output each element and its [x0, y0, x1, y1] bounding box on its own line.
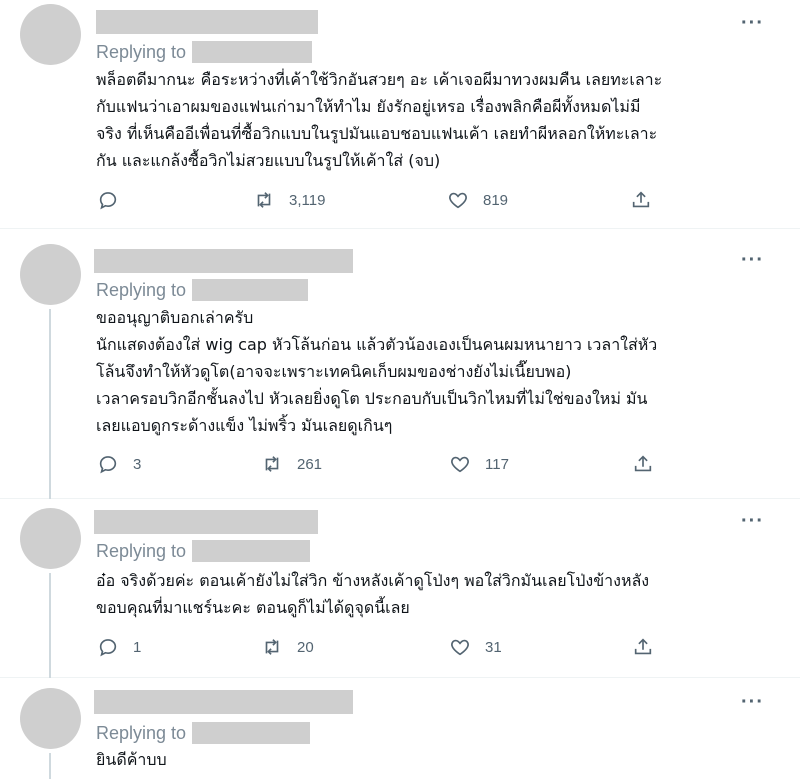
like-button[interactable]: 819 [447, 187, 508, 213]
thread-connector [49, 309, 51, 499]
reply-icon [99, 456, 117, 474]
share-button[interactable] [630, 187, 652, 213]
replying-to-label: Replying to [96, 279, 187, 300]
retweet-count: 3,119 [289, 191, 326, 209]
reply-button[interactable]: 1 [97, 634, 141, 660]
replying-to-label: Replying to [96, 41, 187, 62]
heart-icon [451, 639, 469, 656]
more-options-icon[interactable]: ··· [741, 13, 764, 33]
retweet-button[interactable]: 261 [261, 451, 322, 477]
tweet-actions: 1 20 31 [97, 634, 677, 660]
share-icon [632, 191, 650, 208]
redacted-handle[interactable] [192, 540, 311, 562]
share-icon [634, 638, 652, 655]
redacted-author-name [96, 10, 318, 34]
redacted-handle[interactable] [192, 279, 309, 301]
replying-to-label: Replying to [96, 722, 187, 743]
tweet-text: อ๋อ จริงด้วยค่ะ ตอนเค้ายังไม่ใส่วิก ข้าง… [96, 571, 650, 617]
replying-to: Replying to [96, 40, 313, 64]
more-options-icon[interactable]: ··· [741, 511, 764, 531]
retweet-button[interactable]: 3,119 [253, 187, 325, 213]
more-options-icon[interactable]: ··· [741, 692, 764, 712]
like-count: 819 [483, 191, 509, 209]
avatar[interactable] [20, 4, 81, 65]
redacted-author-name [94, 690, 353, 714]
thread-connector [49, 573, 51, 678]
redacted-author-name [94, 249, 353, 273]
reply-button[interactable] [97, 187, 133, 213]
retweet-button[interactable]: 20 [261, 634, 314, 660]
reply-count: 3 [133, 455, 142, 473]
retweet-icon [257, 192, 271, 208]
reply-icon [99, 639, 117, 657]
share-icon [634, 455, 652, 472]
tweet-text: พล็อตดีมากนะ คือระหว่างที่เค้าใช้วิกอันส… [96, 70, 663, 170]
tweet-text: ยินดีค้าบบ [96, 750, 167, 769]
retweet-count: 20 [297, 638, 314, 656]
replying-to-label: Replying to [96, 540, 187, 561]
thread-connector [49, 753, 51, 779]
retweet-count: 261 [297, 455, 323, 473]
redacted-author-name [94, 510, 318, 534]
replying-to: Replying to [96, 278, 309, 302]
tweet[interactable]: Replying to ··· อ๋อ จริงด้วยค่ะ ตอนเค้าย… [0, 499, 800, 678]
tweet-actions: 3 261 117 [97, 451, 677, 477]
reply-count: 1 [133, 638, 142, 656]
reply-button[interactable]: 3 [97, 451, 141, 477]
tweet-actions: 3,119 819 [97, 187, 677, 213]
share-button[interactable] [632, 634, 654, 660]
retweet-icon [265, 456, 279, 472]
avatar[interactable] [20, 688, 81, 749]
avatar[interactable] [20, 244, 81, 305]
heart-icon [449, 192, 467, 209]
like-button[interactable]: 31 [449, 634, 502, 660]
like-count: 117 [485, 455, 509, 473]
redacted-handle[interactable] [192, 722, 311, 744]
tweet-text: ขออนุญาติบอกเล่าครับ นักแสดงต้องใส่ wig … [96, 308, 658, 435]
like-button[interactable]: 117 [449, 451, 509, 477]
retweet-icon [265, 639, 279, 655]
more-options-icon[interactable]: ··· [741, 250, 764, 270]
replying-to: Replying to [96, 539, 311, 563]
tweet[interactable]: Replying to ··· พล็อตดีมากนะ คือระหว่างท… [0, 0, 800, 229]
reply-icon [99, 192, 117, 210]
redacted-handle[interactable] [192, 41, 313, 63]
avatar[interactable] [20, 508, 81, 569]
tweet[interactable]: Replying to ··· ยินดีค้าบบ [0, 678, 800, 779]
share-button[interactable] [632, 451, 654, 477]
replying-to: Replying to [96, 721, 311, 745]
tweet[interactable]: Replying to ··· ขออนุญาติบอกเล่าครับ นัก… [0, 229, 800, 499]
heart-icon [451, 456, 469, 473]
like-count: 31 [485, 638, 502, 656]
